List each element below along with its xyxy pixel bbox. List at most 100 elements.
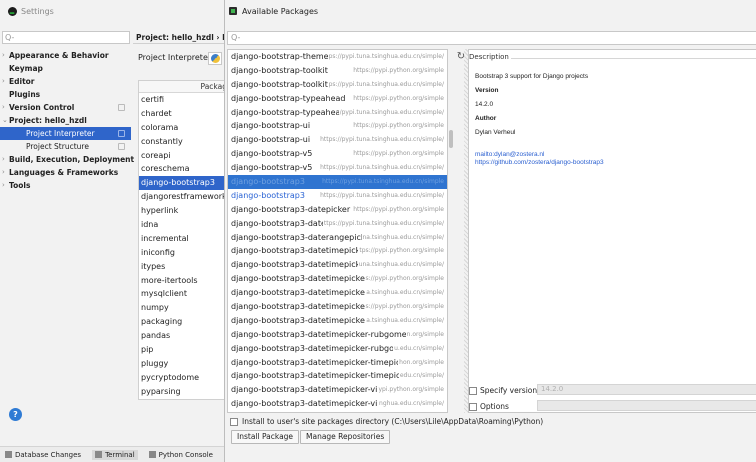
table-row[interactable]: itypes — [139, 260, 229, 274]
package-column-header[interactable]: Packag — [139, 81, 229, 93]
table-row[interactable]: python-dateutil — [139, 399, 229, 400]
list-item[interactable]: django-bootstrap3 https://pypi.tuna.tsing… — [228, 188, 447, 203]
list-item[interactable]: django-bootstrap-toolkit https://pypi.pyt… — [228, 63, 447, 78]
list-item[interactable]: django-bootstrap3-datetimepicker-rubgome… — [228, 327, 447, 342]
options-input[interactable] — [537, 400, 756, 411]
sidebar-item-plugins[interactable]: Plugins — [0, 88, 131, 101]
sidebar-item-appearance-behavior[interactable]: › Appearance & Behavior — [0, 49, 131, 62]
list-item[interactable]: django-bootstrap3-datetimepicker-3 a.tsin… — [228, 313, 447, 328]
table-row[interactable]: colorama — [139, 121, 229, 135]
table-row[interactable]: coreschema — [139, 162, 229, 176]
table-row[interactable]: numpy — [139, 301, 229, 315]
list-item[interactable]: django-bootstrap3-datetimepicker-3 s://py… — [228, 300, 447, 314]
list-item[interactable]: django-bootstrap3-datepicker ttps://pypi.… — [228, 216, 447, 231]
list-item[interactable]: django-bootstrap3 https://pypi.tuna.tsing… — [228, 175, 447, 189]
list-item[interactable]: django-bootstrap3-datetimepicker-2 a.tsin… — [228, 286, 447, 301]
list-item[interactable]: django-bootstrap3-datetimepicker-timepic… — [228, 355, 447, 370]
options-checkbox[interactable] — [469, 402, 477, 411]
repository-url: https://pypi.python.org/simple — [352, 63, 444, 78]
sidebar-item-editor[interactable]: › Editor — [0, 75, 131, 88]
table-row[interactable]: constantly — [139, 135, 229, 149]
tool-window-python-console[interactable]: Python Console — [146, 450, 216, 460]
interpreter-select[interactable] — [208, 52, 222, 65]
table-row[interactable]: certifi — [139, 93, 229, 107]
list-item[interactable]: django-bootstrap3-datetimepicker-vinta ng… — [228, 397, 447, 412]
list-item[interactable]: django-bootstrap3-datetimepicker una.tsin… — [228, 258, 447, 273]
tool-window-terminal[interactable]: Terminal — [92, 449, 138, 460]
chevron-right-icon[interactable]: › — [2, 101, 5, 114]
list-item[interactable]: django-bootstrap-typeahead/pypi.tuna.tsi… — [228, 105, 447, 120]
sidebar-item-build-execution-deployment[interactable]: › Build, Execution, Deployment — [0, 153, 134, 166]
table-row[interactable]: pyparsing — [139, 385, 229, 399]
table-row[interactable]: packaging — [139, 315, 229, 329]
list-item[interactable]: django-bootstrap3-datetimepicker tps://py… — [228, 244, 447, 259]
specify-version-checkbox[interactable] — [469, 386, 477, 395]
package-name: django-bootstrap3-datetimepicker-3 — [231, 302, 376, 312]
sidebar-item-label: Version Control — [9, 103, 75, 112]
sidebar-item-keymap[interactable]: Keymap — [0, 62, 131, 75]
list-item[interactable]: django-bootstrap-typeahead https://pypi.p… — [228, 91, 447, 106]
list-item[interactable]: django-bootstrap3-datetimepicker-rubgome… — [228, 341, 447, 356]
table-row[interactable]: pip — [139, 343, 229, 357]
table-row[interactable]: coreapi — [139, 149, 229, 163]
homepage-link[interactable]: https://github.com/zostera/django-bootst… — [475, 159, 755, 167]
package-search-input[interactable]: Q- — [227, 31, 756, 45]
list-item[interactable]: django-bootstrap-ui https://pypi.tuna.tsi… — [228, 133, 447, 148]
table-row[interactable]: hyperlink — [139, 204, 229, 218]
manage-repositories-button[interactable]: Manage Repositories — [300, 430, 391, 444]
table-row[interactable]: iniconfig — [139, 246, 229, 260]
table-row[interactable]: chardet — [139, 107, 229, 121]
install-package-button[interactable]: Install Package — [231, 430, 300, 444]
list-item[interactable]: django-bootstrap3-datetimepicker-2 s://py… — [228, 272, 447, 287]
version-select[interactable]: 14.2.0 — [537, 384, 756, 395]
sidebar-item-label: Tools — [9, 181, 31, 190]
table-row[interactable]: djangorestframework — [139, 190, 229, 204]
sidebar-item-label: Keymap — [9, 64, 43, 73]
sidebar-item-project-structure[interactable]: Project Structure — [0, 140, 131, 153]
refresh-icon[interactable]: ↻ — [456, 52, 466, 62]
list-item[interactable]: django-bootstrap3-formhttps://pypi.pytho… — [228, 411, 447, 412]
chevron-right-icon[interactable]: › — [2, 166, 5, 179]
sidebar-item-project-interpreter[interactable]: Project Interpreter — [0, 127, 131, 140]
list-item[interactable]: django-bootstrap-v5 https://pypi.tuna.tsi… — [228, 161, 447, 176]
sidebar-item-project-hello-hzdl[interactable]: ⌄ Project: hello_hzdl — [0, 114, 131, 127]
repository-url: s://pypi.python.org/simple — [364, 300, 444, 314]
settings-window: Settings Q- › Appearance & Behavior Keymap… — [0, 0, 230, 462]
sidebar-item-label: Project Structure — [26, 142, 89, 151]
sidebar-item-tools[interactable]: › Tools — [0, 179, 131, 192]
table-row[interactable]: mysqlclient — [139, 287, 229, 301]
package-name: django-bootstrap3-daterangepicker — [231, 232, 374, 242]
sidebar-item-version-control[interactable]: › Version Control — [0, 101, 131, 114]
help-icon[interactable]: ? — [9, 408, 22, 421]
dialog-title-bar: Available Packages — [229, 4, 318, 18]
tool-window-database-changes[interactable]: Database Changes — [2, 450, 84, 460]
table-row[interactable]: incremental — [139, 232, 229, 246]
list-item[interactable]: django-bootstrap-toolkit ps://pypi.tuna.t… — [228, 77, 447, 92]
list-item[interactable]: django-bootstrap3-datetimepicker-timepic… — [228, 369, 447, 384]
table-row[interactable]: pycryptodome — [139, 371, 229, 385]
breadcrumb: Project: hello_hzdl › Pr — [133, 31, 230, 44]
email-link[interactable]: mailto:dylan@zostera.nl — [475, 151, 755, 159]
chevron-down-icon[interactable]: ⌄ — [2, 114, 8, 127]
table-row[interactable]: pandas — [139, 329, 229, 343]
list-item[interactable]: django-bootstrap3-datepicker https://pypi… — [228, 202, 447, 217]
table-row[interactable]: django-bootstrap3 — [139, 176, 229, 191]
list-item[interactable]: django-bootstrap3-datetimepicker-vinta yp… — [228, 383, 447, 398]
list-scrollbar[interactable] — [448, 49, 454, 413]
list-item[interactable]: django-bootstrap3-daterangepicker na.tsin… — [228, 230, 447, 245]
table-row[interactable]: idna — [139, 218, 229, 232]
chevron-right-icon[interactable]: › — [2, 75, 5, 88]
chevron-right-icon[interactable]: › — [2, 179, 5, 192]
settings-search-input[interactable]: Q- — [2, 31, 130, 44]
sidebar-item-languages-frameworks[interactable]: › Languages & Frameworks — [0, 166, 131, 179]
table-row[interactable]: pluggy — [139, 357, 229, 371]
scrollbar-thumb[interactable] — [449, 130, 453, 148]
chevron-right-icon[interactable]: › — [2, 49, 5, 62]
chevron-right-icon[interactable]: › — [2, 153, 5, 166]
list-item[interactable]: django-bootstrap-themes ps://pypi.tuna.ts… — [228, 50, 447, 64]
install-user-checkbox[interactable] — [230, 417, 238, 426]
bottom-tool-strip: Database Changes Terminal Python Console — [0, 446, 230, 462]
list-item[interactable]: django-bootstrap-v5 https://pypi.python.o… — [228, 147, 447, 162]
table-row[interactable]: more-itertools — [139, 274, 229, 288]
list-item[interactable]: django-bootstrap-ui https://pypi.python.o… — [228, 119, 447, 134]
